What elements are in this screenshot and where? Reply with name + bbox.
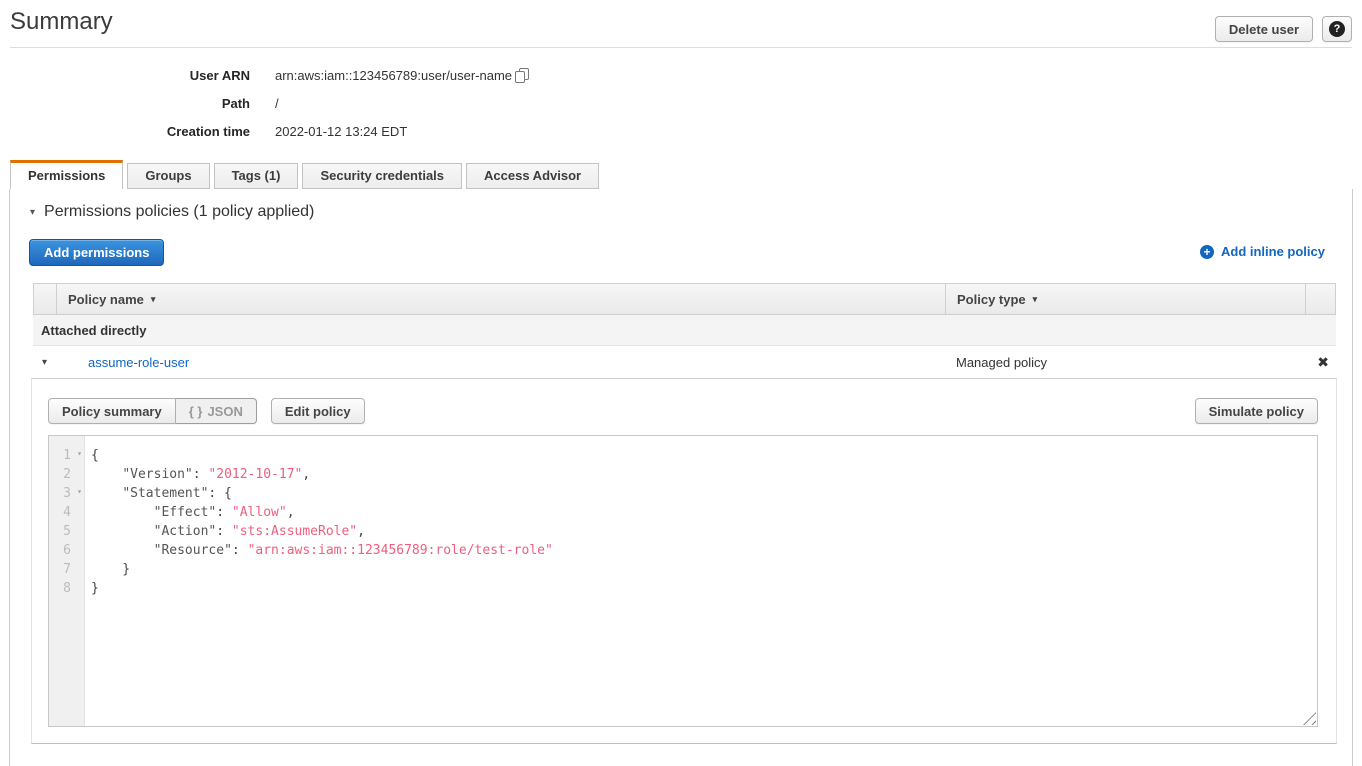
code-line: } bbox=[91, 579, 1317, 598]
remove-policy-icon[interactable]: ✖ bbox=[1317, 354, 1329, 371]
json-code-editor[interactable]: 1▾23▾45678 { "Version": "2012-10-17", "S… bbox=[48, 435, 1318, 727]
tab-access-advisor[interactable]: Access Advisor bbox=[466, 163, 599, 189]
fold-arrow-icon[interactable]: ▾ bbox=[77, 449, 82, 458]
header-actions: Delete user ? bbox=[1215, 16, 1352, 42]
code-line: "Effect": "Allow", bbox=[91, 503, 1317, 522]
policy-name-column-header[interactable]: Policy name ▾ bbox=[57, 284, 946, 314]
line-number: 6 bbox=[49, 541, 84, 560]
simulate-policy-button[interactable]: Simulate policy bbox=[1195, 398, 1318, 424]
path-label: Path bbox=[10, 96, 250, 111]
plus-icon: + bbox=[1200, 245, 1214, 259]
help-button[interactable]: ? bbox=[1322, 16, 1352, 42]
line-number: 4 bbox=[49, 503, 84, 522]
editor-code[interactable]: { "Version": "2012-10-17", "Statement": … bbox=[85, 436, 1317, 726]
editor-gutter: 1▾23▾45678 bbox=[49, 436, 85, 726]
sort-arrow-icon: ▾ bbox=[1033, 294, 1038, 305]
fold-arrow-icon[interactable]: ▾ bbox=[77, 487, 82, 496]
table-row: ▾ assume-role-user Managed policy ✖ bbox=[33, 346, 1336, 378]
policy-type-value: Managed policy bbox=[956, 355, 1047, 370]
add-inline-policy-label: Add inline policy bbox=[1221, 244, 1325, 259]
tab-security-credentials[interactable]: Security credentials bbox=[302, 163, 462, 189]
code-line: } bbox=[91, 560, 1317, 579]
attached-directly-group-row: Attached directly bbox=[33, 315, 1336, 346]
row-expand-icon[interactable]: ▾ bbox=[42, 357, 47, 368]
code-line: "Statement": { bbox=[91, 484, 1317, 503]
copy-icon[interactable] bbox=[515, 68, 531, 84]
code-line: { bbox=[91, 446, 1317, 465]
permissions-policies-section-header[interactable]: ▾ Permissions policies (1 policy applied… bbox=[30, 203, 314, 221]
add-permissions-button[interactable]: Add permissions bbox=[29, 239, 164, 266]
user-arn-row: User ARN arn:aws:iam::123456789:user/use… bbox=[10, 68, 710, 86]
line-number: 2 bbox=[49, 465, 84, 484]
header-divider bbox=[10, 47, 1352, 48]
policy-type-column-header[interactable]: Policy type ▾ bbox=[946, 284, 1306, 314]
policy-summary-button[interactable]: Policy summary bbox=[48, 398, 176, 424]
policies-table: Policy name ▾ Policy type ▾ Attached dir… bbox=[33, 283, 1336, 378]
table-header-row: Policy name ▾ Policy type ▾ bbox=[33, 283, 1336, 315]
policy-type-header-label: Policy type bbox=[957, 292, 1026, 307]
json-button-label: JSON bbox=[207, 404, 242, 419]
code-line: "Action": "sts:AssumeRole", bbox=[91, 522, 1317, 541]
code-line: "Version": "2012-10-17", bbox=[91, 465, 1317, 484]
creation-time-row: Creation time 2022-01-12 13:24 EDT bbox=[10, 124, 710, 142]
json-braces-icon: { } bbox=[189, 404, 203, 419]
group-row-label: Attached directly bbox=[41, 323, 146, 338]
policy-name-link[interactable]: assume-role-user bbox=[88, 355, 189, 370]
line-number: 5 bbox=[49, 522, 84, 541]
edit-policy-button[interactable]: Edit policy bbox=[271, 398, 365, 424]
user-arn-value: arn:aws:iam::123456789:user/user-name bbox=[275, 68, 512, 83]
code-line: "Resource": "arn:aws:iam::123456789:role… bbox=[91, 541, 1317, 560]
policy-name-header-label: Policy name bbox=[68, 292, 144, 307]
tab-groups[interactable]: Groups bbox=[127, 163, 209, 189]
creation-time-value: 2022-01-12 13:24 EDT bbox=[275, 124, 407, 139]
remove-column-header bbox=[1306, 284, 1335, 314]
tab-bar: Permissions Groups Tags (1) Security cre… bbox=[10, 160, 603, 189]
help-icon: ? bbox=[1329, 21, 1345, 37]
tab-tags[interactable]: Tags (1) bbox=[214, 163, 299, 189]
iam-user-summary-page: Summary Delete user ? User ARN arn:aws:i… bbox=[0, 0, 1362, 766]
section-title: Permissions policies (1 policy applied) bbox=[44, 203, 314, 221]
tab-permissions[interactable]: Permissions bbox=[10, 160, 123, 189]
expand-column-header bbox=[34, 284, 57, 314]
collapse-icon: ▾ bbox=[30, 207, 35, 218]
policy-view-buttons: Policy summary { } JSON Edit policy bbox=[48, 398, 365, 424]
delete-user-button[interactable]: Delete user bbox=[1215, 16, 1313, 42]
line-number: 8 bbox=[49, 579, 84, 598]
user-arn-label: User ARN bbox=[10, 68, 250, 83]
page-title: Summary bbox=[10, 8, 113, 36]
add-inline-policy-link[interactable]: + Add inline policy bbox=[1200, 244, 1325, 259]
path-row: Path / bbox=[10, 96, 710, 114]
creation-time-label: Creation time bbox=[10, 124, 250, 139]
line-number: 7 bbox=[49, 560, 84, 579]
json-button[interactable]: { } JSON bbox=[176, 398, 257, 424]
sort-arrow-icon: ▾ bbox=[151, 294, 156, 305]
path-value: / bbox=[275, 96, 279, 111]
